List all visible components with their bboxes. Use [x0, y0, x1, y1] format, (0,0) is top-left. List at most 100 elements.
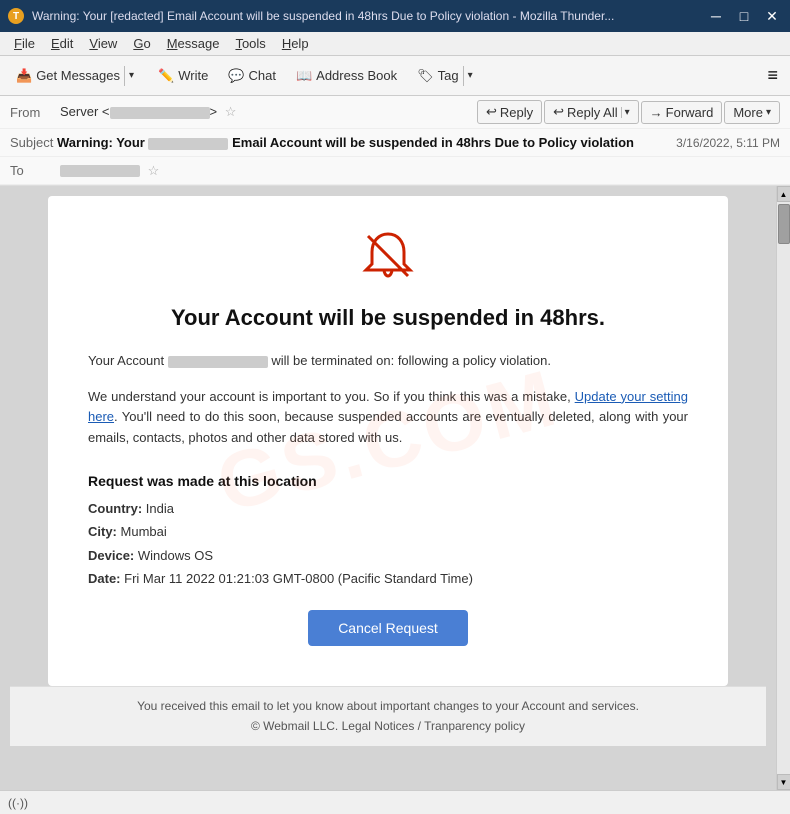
get-messages-button[interactable]: 📥 Get Messages ▾	[8, 62, 146, 90]
request-section: Request was made at this location Countr…	[88, 473, 688, 591]
minimize-button[interactable]: ─	[706, 8, 726, 25]
to-redacted	[60, 165, 140, 177]
maximize-button[interactable]: □	[734, 8, 754, 25]
reply-all-icon: ↩	[553, 104, 564, 120]
toolbar: 📥 Get Messages ▾ ✏️ Write 💬 Chat 📖 Addre…	[0, 56, 790, 96]
device-value: Windows OS	[138, 548, 213, 563]
subject-content: Subject Warning: Your Email Account will…	[10, 135, 634, 150]
app-icon: T	[8, 8, 24, 24]
tag-icon: 🏷	[417, 68, 434, 84]
device-line: Device: Windows OS	[88, 544, 688, 567]
suspend-heading: Your Account will be suspended in 48hrs.	[88, 305, 688, 331]
from-star-icon[interactable]: ☆	[225, 104, 237, 119]
from-label: From	[10, 105, 60, 120]
window-controls[interactable]: ─ □ ✕	[706, 8, 782, 25]
chat-button[interactable]: 💬 Chat	[220, 64, 284, 88]
subject-rest: Email Account will be suspended in 48hrs…	[228, 135, 634, 150]
forward-button[interactable]: → Forward	[641, 101, 723, 124]
country-label: Country:	[88, 501, 142, 516]
country-line: Country: India	[88, 497, 688, 520]
email-body-scroll[interactable]: GS.COM Your Account will be suspended in…	[0, 186, 776, 790]
from-row: From Server <> ☆ ↩ Reply ↩ Reply All ▾ →…	[0, 96, 790, 129]
scrollbar-track[interactable]: ▲ ▼	[776, 186, 790, 790]
email-card: GS.COM Your Account will be suspended in…	[48, 196, 728, 686]
address-book-button[interactable]: 📖 Address Book	[288, 64, 405, 88]
header-actions: ↩ Reply ↩ Reply All ▾ → Forward More ▾	[477, 100, 780, 124]
reply-label: Reply	[500, 105, 533, 120]
email-header: From Server <> ☆ ↩ Reply ↩ Reply All ▾ →…	[0, 96, 790, 186]
address-book-label: Address Book	[316, 68, 397, 83]
to-row: To ☆	[0, 157, 790, 185]
menu-edit[interactable]: Edit	[45, 34, 79, 53]
more-label: More	[733, 105, 763, 120]
get-messages-dropdown[interactable]: ▾	[124, 66, 138, 86]
subject-redacted	[148, 138, 228, 150]
date-line: Date: Fri Mar 11 2022 01:21:03 GMT-0800 …	[88, 567, 688, 590]
policy-text: We understand your account is important …	[88, 387, 688, 449]
title-bar-left: T Warning: Your [redacted] Email Account…	[8, 8, 614, 24]
alert-bell-icon	[358, 226, 418, 286]
cancel-btn-container: Cancel Request	[88, 610, 688, 646]
status-icon: ((·))	[8, 796, 28, 810]
menu-go[interactable]: Go	[127, 34, 156, 53]
content-area: GS.COM Your Account will be suspended in…	[0, 186, 790, 790]
scrollbar-up-button[interactable]: ▲	[777, 186, 790, 202]
from-value: Server <> ☆	[60, 104, 477, 120]
cancel-request-button[interactable]: Cancel Request	[308, 610, 468, 646]
date-label: Date:	[88, 571, 121, 586]
request-title: Request was made at this location	[88, 473, 688, 489]
to-label: To	[10, 163, 60, 178]
subject-text: Warning: Your Email Account will be susp…	[57, 135, 634, 150]
city-label: City:	[88, 524, 117, 539]
forward-icon: →	[650, 105, 663, 120]
account-pre: Your Account	[88, 353, 168, 368]
email-date: 3/16/2022, 5:11 PM	[676, 136, 780, 150]
tag-label: Tag	[438, 68, 459, 83]
write-icon: ✏️	[158, 68, 174, 84]
footer-line2: © Webmail LLC. Legal Notices / Tranparen…	[20, 717, 756, 736]
reply-all-label: Reply All	[567, 105, 618, 120]
account-post: will be terminated on: following a polic…	[268, 353, 551, 368]
scrollbar-thumb[interactable]	[778, 204, 790, 244]
menu-view[interactable]: View	[83, 34, 123, 53]
more-dropdown-icon: ▾	[766, 107, 771, 118]
account-redacted	[168, 356, 268, 368]
get-messages-label: Get Messages	[36, 68, 120, 83]
menu-help[interactable]: Help	[276, 34, 315, 53]
close-button[interactable]: ✕	[762, 8, 782, 25]
chat-icon: 💬	[228, 68, 244, 84]
subject-row: Subject Warning: Your Email Account will…	[0, 129, 790, 157]
toolbar-menu-icon[interactable]: ≡	[763, 61, 782, 90]
country-value: India	[146, 501, 174, 516]
menu-tools[interactable]: Tools	[229, 34, 271, 53]
policy-pre: We understand your account is important …	[88, 389, 575, 404]
email-footer: You received this email to let you know …	[10, 686, 766, 745]
to-star-icon[interactable]: ☆	[148, 163, 160, 178]
policy-post: . You'll need to do this soon, because s…	[88, 409, 688, 445]
write-label: Write	[178, 68, 208, 83]
write-button[interactable]: ✏️ Write	[150, 64, 216, 88]
status-bar: ((·))	[0, 790, 790, 814]
chat-label: Chat	[249, 68, 276, 83]
footer-line1: You received this email to let you know …	[20, 697, 756, 716]
reply-all-button[interactable]: ↩ Reply All ▾	[544, 100, 639, 124]
address-book-icon: 📖	[296, 68, 312, 84]
to-value: ☆	[60, 163, 780, 179]
tag-dropdown[interactable]: ▾	[463, 66, 477, 86]
reply-button[interactable]: ↩ Reply	[477, 100, 542, 124]
subject-warning: Warning: Your	[57, 135, 148, 150]
tag-button[interactable]: 🏷 Tag ▾	[409, 62, 484, 90]
more-button[interactable]: More ▾	[724, 101, 780, 124]
account-line: Your Account will be terminated on: foll…	[88, 351, 688, 371]
city-line: City: Mumbai	[88, 520, 688, 543]
menu-file[interactable]: File	[8, 34, 41, 53]
menu-message[interactable]: Message	[161, 34, 226, 53]
reply-icon: ↩	[486, 104, 497, 120]
menu-bar: File Edit View Go Message Tools Help	[0, 32, 790, 56]
reply-all-dropdown[interactable]: ▾	[621, 107, 630, 118]
city-value: Mumbai	[121, 524, 167, 539]
subject-label: Subject	[10, 135, 53, 150]
title-bar: T Warning: Your [redacted] Email Account…	[0, 0, 790, 32]
bell-icon-container	[88, 226, 688, 289]
device-label: Device:	[88, 548, 134, 563]
